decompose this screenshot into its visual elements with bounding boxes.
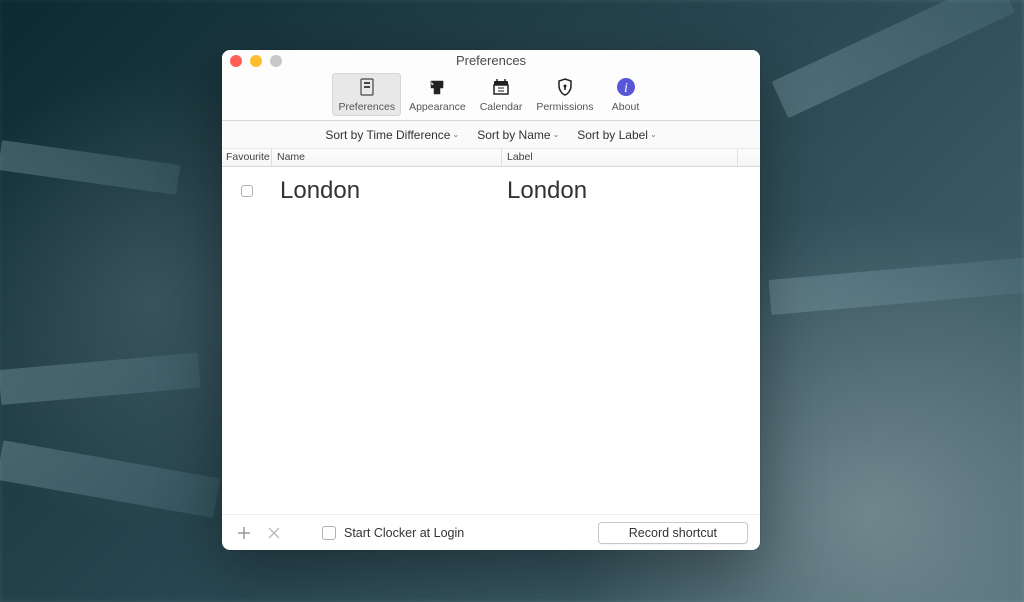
column-header-label[interactable]: Label [502, 149, 738, 166]
favourite-cell [222, 185, 272, 197]
remove-button[interactable] [264, 523, 284, 543]
tab-label: Calendar [480, 101, 523, 113]
svg-text:i: i [624, 81, 628, 96]
column-header-spacer [738, 149, 760, 166]
titlebar[interactable]: Preferences [222, 50, 760, 71]
appearance-icon [425, 75, 449, 99]
tab-label: About [612, 101, 639, 113]
tab-appearance[interactable]: Appearance [403, 73, 472, 116]
start-at-login-checkbox[interactable] [322, 526, 336, 540]
column-header-favourite[interactable]: Favourite [222, 149, 272, 166]
add-button[interactable] [234, 523, 254, 543]
sort-name-dropdown[interactable]: Sort by Name ⌄ [477, 128, 559, 142]
close-button[interactable] [230, 55, 242, 67]
column-header-name[interactable]: Name [272, 149, 502, 166]
zoom-button[interactable] [270, 55, 282, 67]
sort-label: Sort by Label [577, 128, 648, 142]
label-cell: London [502, 177, 760, 205]
preferences-window: Preferences Preferences Appearance Calen… [222, 50, 760, 550]
start-at-login-option[interactable]: Start Clocker at Login [322, 526, 464, 540]
chevron-down-icon: ⌄ [452, 130, 459, 139]
name-cell: London [272, 177, 502, 205]
minimize-button[interactable] [250, 55, 262, 67]
chevron-down-icon: ⌄ [650, 130, 657, 139]
sort-label: Sort by Time Difference [325, 128, 450, 142]
table-body[interactable]: London London [222, 167, 760, 514]
chevron-down-icon: ⌄ [553, 130, 560, 139]
window-title: Preferences [456, 53, 526, 68]
permissions-icon [553, 75, 577, 99]
sort-time-difference-dropdown[interactable]: Sort by Time Difference ⌄ [325, 128, 459, 142]
traffic-lights [230, 55, 282, 67]
calendar-icon [489, 75, 513, 99]
about-icon: i [614, 75, 638, 99]
preferences-icon [355, 75, 379, 99]
toolbar: Preferences Appearance Calendar Permissi… [222, 71, 760, 121]
tab-preferences[interactable]: Preferences [332, 73, 401, 116]
tab-about[interactable]: i About [602, 73, 650, 116]
bottom-bar: Start Clocker at Login Record shortcut [222, 514, 760, 550]
tab-calendar[interactable]: Calendar [474, 73, 529, 116]
tab-label: Appearance [409, 101, 466, 113]
sort-label: Sort by Name [477, 128, 550, 142]
sort-label-dropdown[interactable]: Sort by Label ⌄ [577, 128, 656, 142]
table-row[interactable]: London London [222, 167, 760, 211]
table-header: Favourite Name Label [222, 149, 760, 167]
tab-label: Permissions [536, 101, 593, 113]
sort-bar: Sort by Time Difference ⌄ Sort by Name ⌄… [222, 121, 760, 149]
tab-label: Preferences [338, 101, 395, 113]
tab-permissions[interactable]: Permissions [530, 73, 599, 116]
start-at-login-label: Start Clocker at Login [344, 526, 464, 540]
favourite-checkbox[interactable] [241, 185, 253, 197]
record-shortcut-button[interactable]: Record shortcut [598, 522, 748, 544]
